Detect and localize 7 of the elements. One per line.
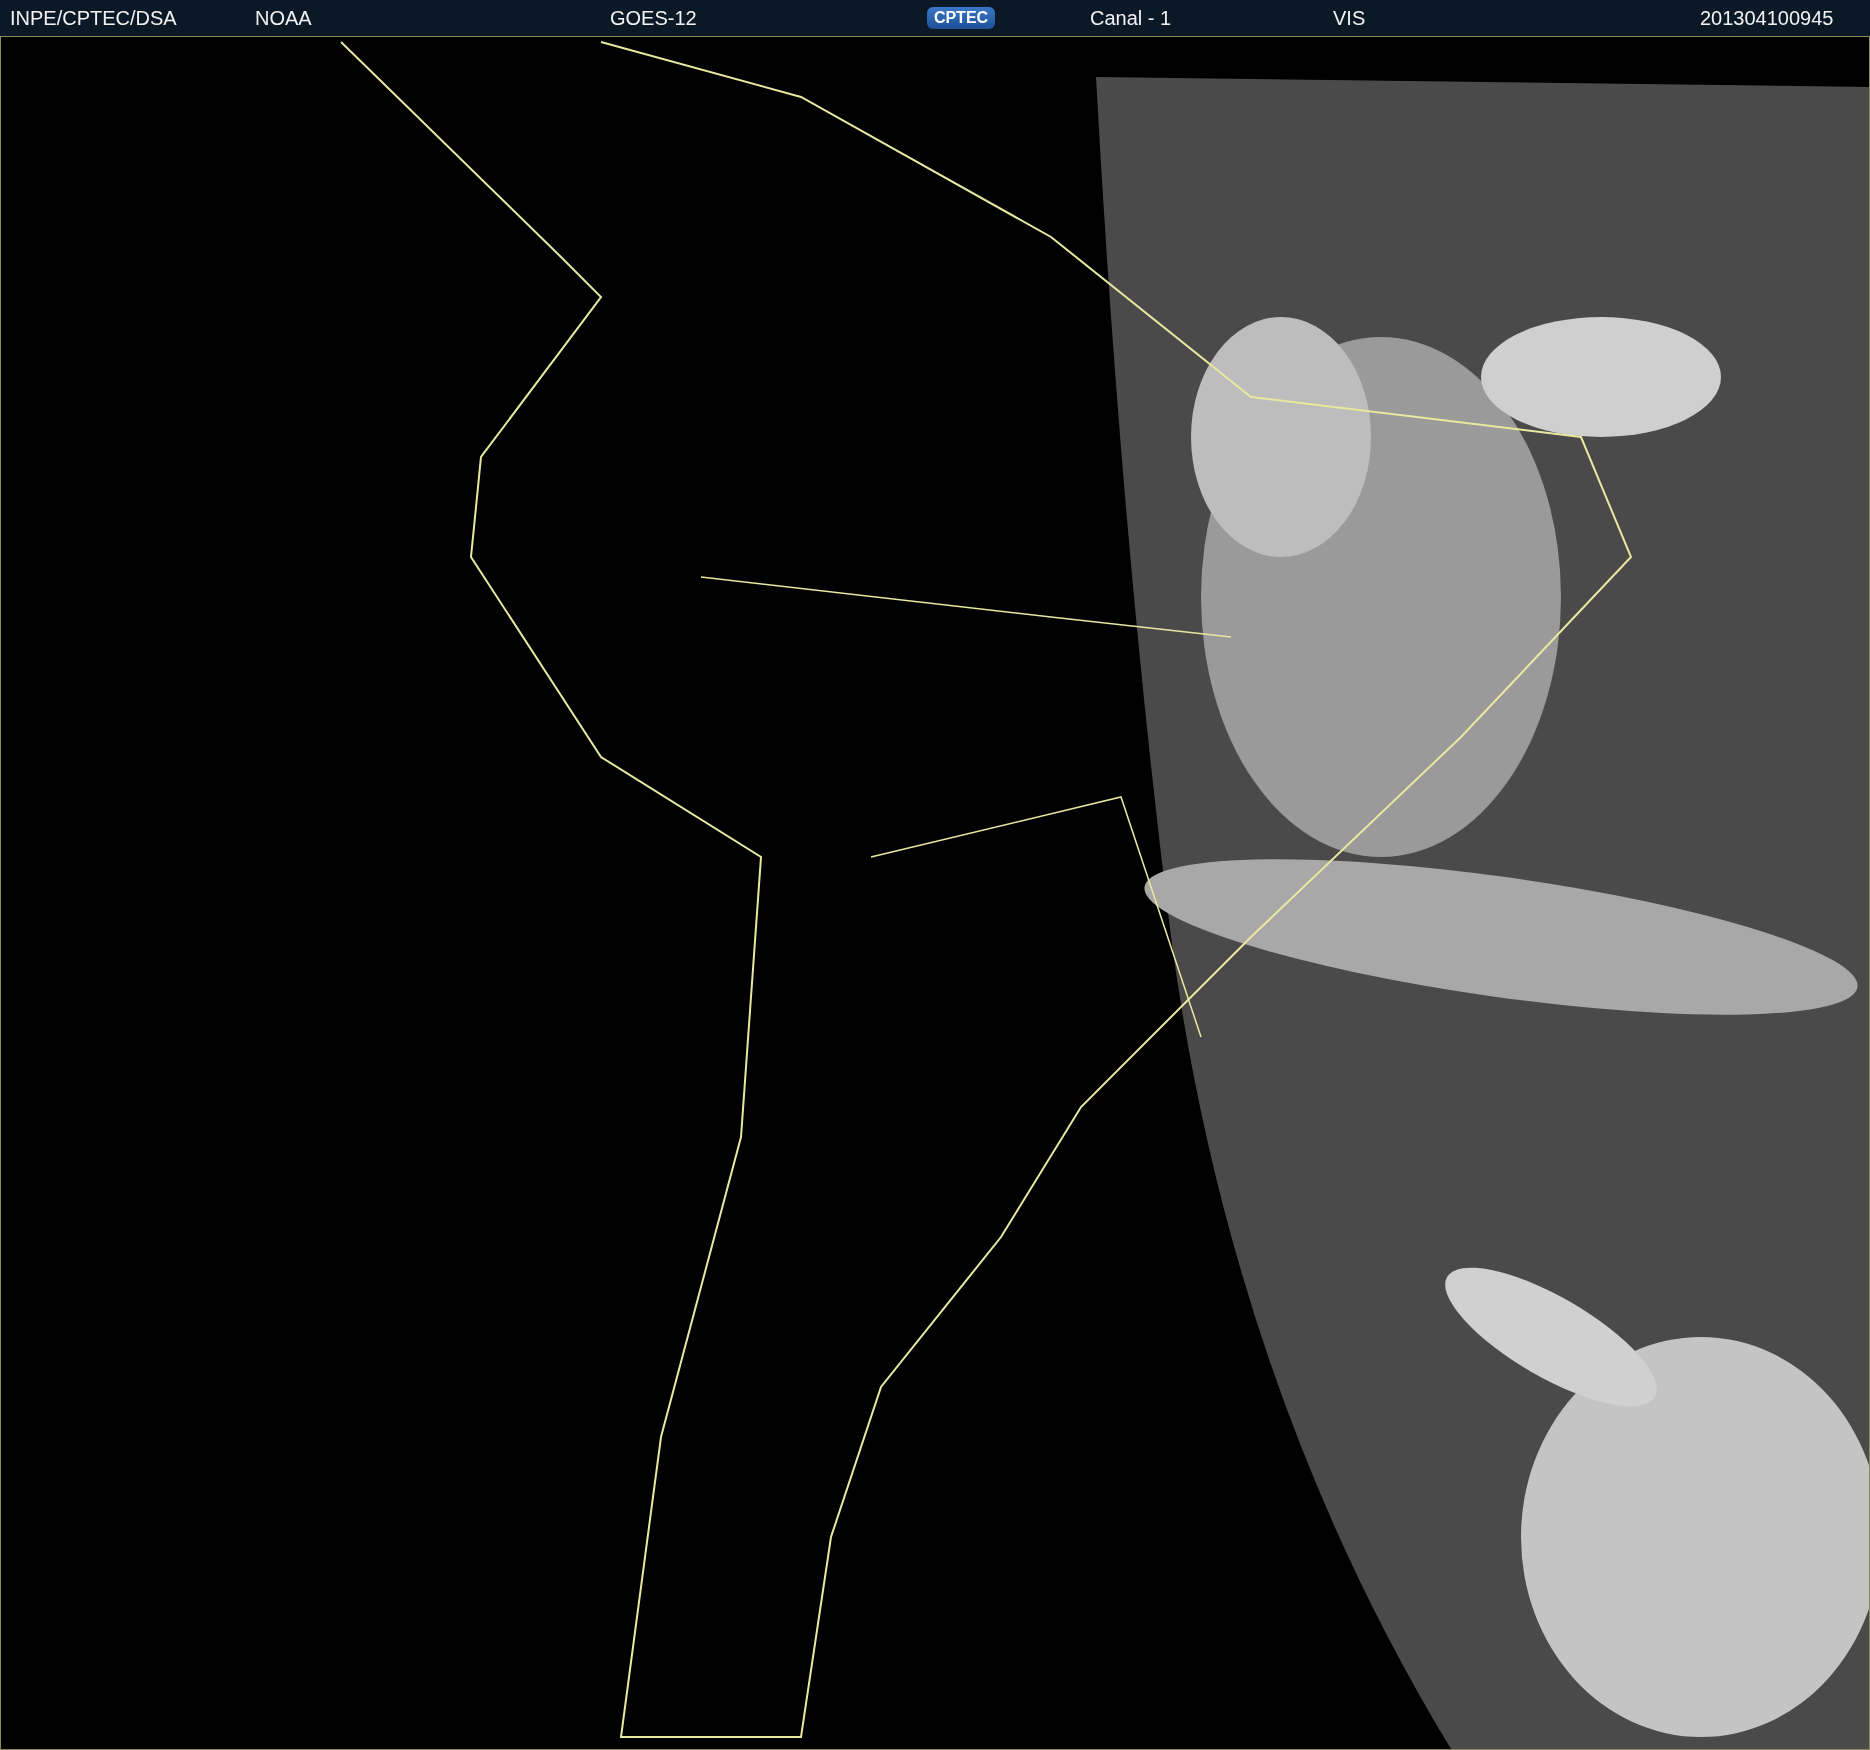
header-label: NOAA (255, 8, 313, 28)
header-label: Canal - 1 (1090, 8, 1173, 28)
logo: CPTEC (927, 7, 995, 29)
header-label: VIS (1333, 8, 1367, 28)
header-label: INPE/CPTEC/DSA (10, 8, 178, 28)
header-label: GOES-12 (610, 8, 698, 28)
header-label: 201304100945 (1700, 8, 1835, 28)
